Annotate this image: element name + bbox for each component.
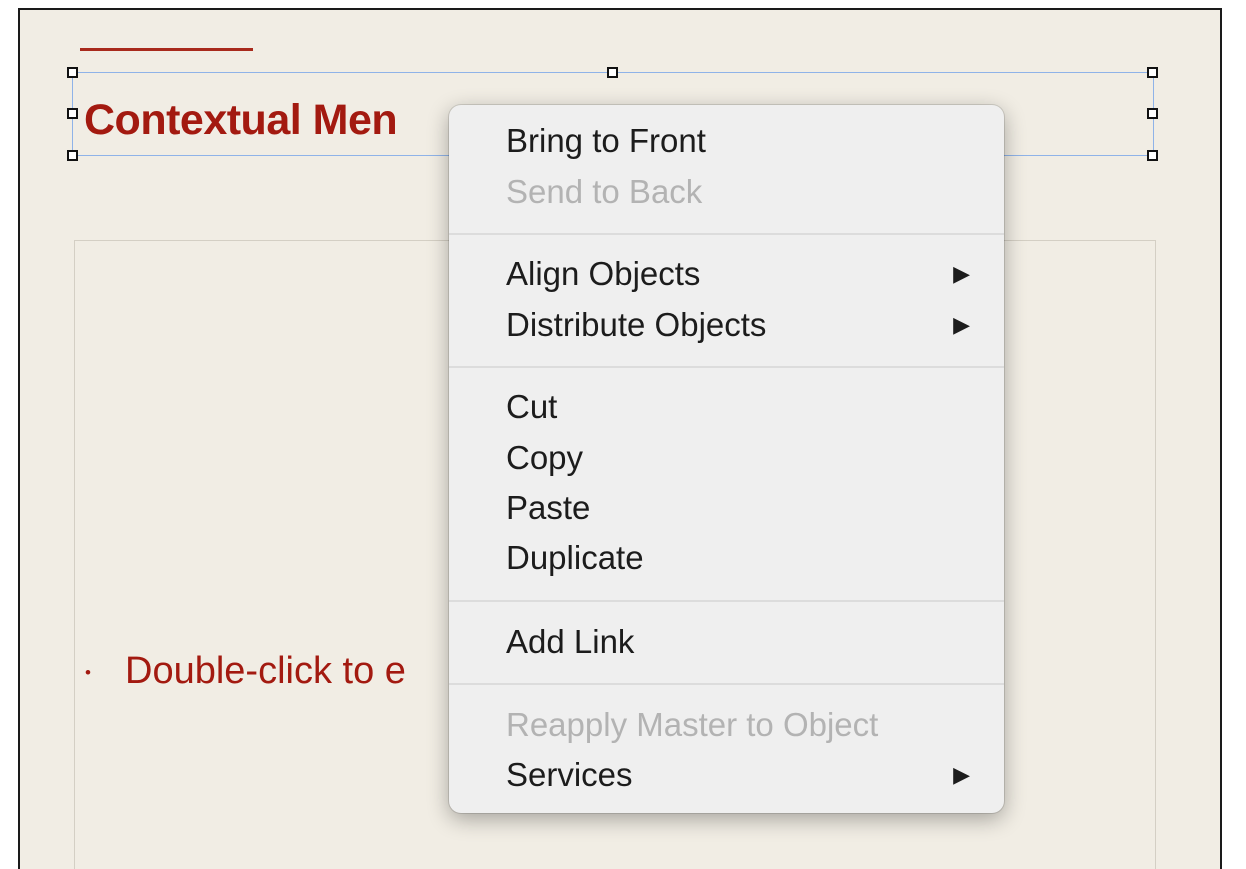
menu-item-label: Duplicate	[506, 539, 644, 576]
menu-item-label: Send to Back	[506, 173, 703, 210]
menu-item-label: Add Link	[506, 623, 635, 660]
menu-item-align-objects[interactable]: Align Objects ▶	[449, 249, 1004, 299]
menu-item-label: Services	[506, 756, 633, 793]
menu-item-paste[interactable]: Paste	[449, 483, 1004, 533]
menu-separator	[449, 683, 1004, 685]
title-accent-rule	[80, 48, 253, 51]
menu-item-label: Cut	[506, 388, 558, 425]
menu-item-label: Reapply Master to Object	[506, 706, 879, 743]
menu-item-label: Copy	[506, 439, 584, 476]
menu-item-add-link[interactable]: Add Link	[449, 617, 1004, 667]
menu-item-copy[interactable]: Copy	[449, 433, 1004, 483]
menu-separator	[449, 233, 1004, 235]
resize-handle-middle-left[interactable]	[67, 108, 78, 119]
bullet-marker: •	[85, 663, 91, 682]
menu-separator	[449, 366, 1004, 368]
menu-item-bring-to-front[interactable]: Bring to Front	[449, 116, 1004, 166]
menu-item-send-to-back: Send to Back	[449, 167, 1004, 217]
submenu-arrow-icon: ▶	[953, 762, 970, 787]
menu-item-duplicate[interactable]: Duplicate	[449, 533, 1004, 583]
menu-item-services[interactable]: Services ▶	[449, 750, 1004, 800]
menu-item-reapply-master: Reapply Master to Object	[449, 700, 1004, 750]
menu-item-distribute-objects[interactable]: Distribute Objects ▶	[449, 300, 1004, 350]
menu-separator	[449, 600, 1004, 602]
slide-title[interactable]: Contextual Men	[84, 96, 398, 145]
resize-handle-middle-right[interactable]	[1147, 108, 1158, 119]
submenu-arrow-icon: ▶	[953, 261, 970, 286]
resize-handle-bottom-right[interactable]	[1147, 150, 1158, 161]
submenu-arrow-icon: ▶	[953, 312, 970, 337]
resize-handle-bottom-left[interactable]	[67, 150, 78, 161]
menu-item-label: Align Objects	[506, 255, 701, 292]
body-placeholder-text[interactable]: Double-click to e	[125, 650, 406, 693]
menu-item-cut[interactable]: Cut	[449, 382, 1004, 432]
resize-handle-top-middle[interactable]	[607, 67, 618, 78]
context-menu: Bring to Front Send to Back Align Object…	[449, 105, 1004, 813]
menu-item-label: Bring to Front	[506, 122, 706, 159]
resize-handle-top-right[interactable]	[1147, 67, 1158, 78]
menu-item-label: Distribute Objects	[506, 306, 767, 343]
menu-item-label: Paste	[506, 489, 591, 526]
resize-handle-top-left[interactable]	[67, 67, 78, 78]
